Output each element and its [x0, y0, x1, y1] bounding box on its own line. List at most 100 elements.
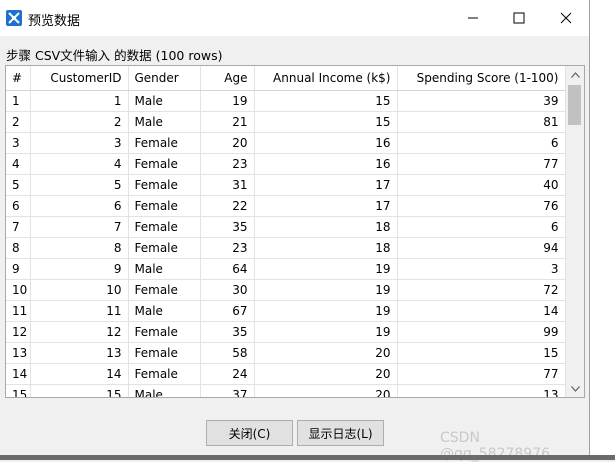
spending-score-cell: 3	[397, 258, 566, 280]
row-number-cell: 7	[6, 216, 31, 238]
annual-income-cell: 17	[254, 195, 398, 217]
annual-income-cell: 18	[254, 216, 398, 238]
column-header-spending-score[interactable]: Spending Score (1-100)	[397, 66, 566, 91]
column-header-age[interactable]: Age	[200, 66, 255, 91]
column-header-rownum[interactable]: #	[6, 66, 31, 91]
customerid-cell: 14	[30, 363, 129, 385]
minimize-button[interactable]	[450, 0, 496, 36]
close-window-button[interactable]	[543, 0, 589, 36]
minimize-icon	[468, 17, 478, 19]
spending-score-cell: 6	[397, 132, 566, 154]
table-row[interactable]: 12 12 Female 35 19 99	[6, 321, 566, 343]
maximize-button[interactable]	[496, 0, 542, 36]
column-header-annual-income[interactable]: Annual Income (k$)	[254, 66, 398, 91]
table-row[interactable]: 5 5 Female 31 17 40	[6, 174, 566, 196]
gender-cell: Female	[128, 321, 201, 343]
row-number-cell: 2	[6, 111, 31, 133]
row-number-cell: 3	[6, 132, 31, 154]
close-button[interactable]: 关闭(C)	[206, 420, 293, 446]
gender-cell: Female	[128, 153, 201, 175]
table-row[interactable]: 4 4 Female 23 16 77	[6, 153, 566, 175]
gender-cell: Female	[128, 216, 201, 238]
app-icon	[6, 10, 22, 26]
row-number-cell: 5	[6, 174, 31, 196]
row-number-cell: 15	[6, 384, 31, 397]
gender-cell: Male	[128, 90, 201, 112]
customerid-cell: 2	[30, 111, 129, 133]
table-header-row: # CustomerID Gender Age Annual Income (k…	[6, 66, 566, 91]
spending-score-cell: 40	[397, 174, 566, 196]
column-header-gender[interactable]: Gender	[128, 66, 201, 91]
close-icon	[560, 12, 572, 24]
table-row[interactable]: 2 2 Male 21 15 81	[6, 111, 566, 133]
annual-income-cell: 20	[254, 363, 398, 385]
annual-income-cell: 20	[254, 384, 398, 397]
gender-cell: Male	[128, 300, 201, 322]
customerid-cell: 13	[30, 342, 129, 364]
customerid-cell: 15	[30, 384, 129, 397]
row-number-cell: 4	[6, 153, 31, 175]
annual-income-cell: 16	[254, 132, 398, 154]
age-cell: 24	[200, 363, 255, 385]
background-strip-right	[590, 0, 615, 460]
annual-income-cell: 16	[254, 153, 398, 175]
spending-score-cell: 94	[397, 237, 566, 259]
vertical-scrollbar[interactable]	[565, 66, 584, 397]
row-number-cell: 6	[6, 195, 31, 217]
customerid-cell: 12	[30, 321, 129, 343]
spending-score-cell: 6	[397, 216, 566, 238]
table-row[interactable]: 8 8 Female 23 18 94	[6, 237, 566, 259]
customerid-cell: 11	[30, 300, 129, 322]
preview-data-grid[interactable]: ^ # CustomerID Gender Age Annual Income …	[5, 65, 585, 398]
row-number-cell: 12	[6, 321, 31, 343]
table-row[interactable]: 6 6 Female 22 17 76	[6, 195, 566, 217]
annual-income-cell: 19	[254, 300, 398, 322]
gender-cell: Female	[128, 363, 201, 385]
preview-dialog: 预览数据 步骤 CSV文件输入 的数据 (100 rows) ^	[0, 0, 590, 462]
column-header-customerid[interactable]: CustomerID	[30, 66, 129, 91]
row-number-cell: 1	[6, 90, 31, 112]
chevron-down-icon	[570, 385, 580, 392]
age-cell: 23	[200, 237, 255, 259]
spending-score-cell: 72	[397, 279, 566, 301]
table-row[interactable]: 11 11 Male 67 19 14	[6, 300, 566, 322]
spending-score-cell: 39	[397, 90, 566, 112]
table-row[interactable]: 13 13 Female 58 20 15	[6, 342, 566, 364]
age-cell: 30	[200, 279, 255, 301]
customerid-cell: 6	[30, 195, 129, 217]
customerid-cell: 5	[30, 174, 129, 196]
spending-score-cell: 15	[397, 342, 566, 364]
table-row[interactable]: 10 10 Female 30 19 72	[6, 279, 566, 301]
age-cell: 37	[200, 384, 255, 397]
maximize-icon	[513, 12, 525, 24]
annual-income-cell: 15	[254, 111, 398, 133]
step-data-subtitle: 步骤 CSV文件输入 的数据 (100 rows)	[6, 48, 223, 63]
table-row[interactable]: 1 1 Male 19 15 39	[6, 90, 566, 112]
gender-cell: Male	[128, 258, 201, 280]
customerid-cell: 9	[30, 258, 129, 280]
customerid-cell: 7	[30, 216, 129, 238]
table-row[interactable]: 7 7 Female 35 18 6	[6, 216, 566, 238]
age-cell: 22	[200, 195, 255, 217]
age-cell: 64	[200, 258, 255, 280]
age-cell: 19	[200, 90, 255, 112]
spending-score-cell: 81	[397, 111, 566, 133]
customerid-cell: 10	[30, 279, 129, 301]
scroll-up-button[interactable]	[566, 66, 584, 83]
table-row[interactable]: 14 14 Female 24 20 77	[6, 363, 566, 385]
spending-score-cell: 77	[397, 363, 566, 385]
row-number-cell: 9	[6, 258, 31, 280]
age-cell: 23	[200, 153, 255, 175]
gender-cell: Female	[128, 279, 201, 301]
show-log-button[interactable]: 显示日志(L)	[297, 420, 384, 446]
scrollbar-thumb[interactable]	[568, 85, 581, 125]
gender-cell: Male	[128, 384, 201, 397]
background-strip-bottom	[0, 455, 615, 460]
row-number-cell: 8	[6, 237, 31, 259]
window-title: 预览数据	[28, 14, 81, 29]
annual-income-cell: 19	[254, 258, 398, 280]
table-row[interactable]: 15 15 Male 37 20 13	[6, 384, 566, 397]
scroll-down-button[interactable]	[566, 380, 584, 397]
table-row[interactable]: 3 3 Female 20 16 6	[6, 132, 566, 154]
table-row[interactable]: 9 9 Male 64 19 3	[6, 258, 566, 280]
